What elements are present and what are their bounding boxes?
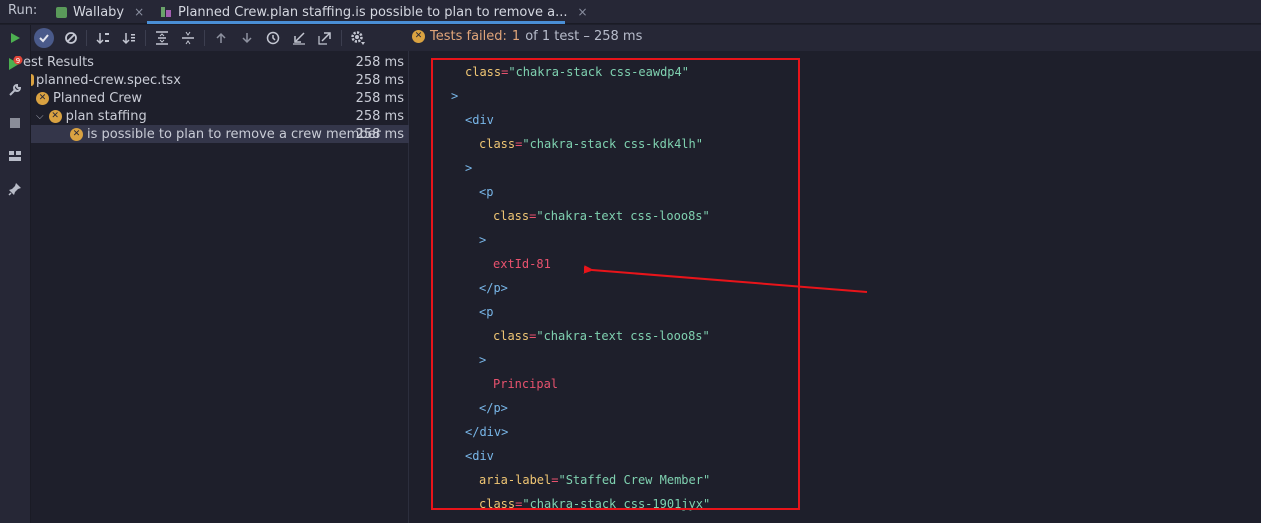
run-icon[interactable] (5, 28, 25, 48)
status-prefix: Tests failed: (430, 29, 507, 44)
tree-item-time: 258 ms (355, 108, 404, 124)
fail-icon: ✕ (70, 127, 83, 141)
toolbar-separator (341, 30, 342, 46)
sort-asc-icon[interactable] (119, 28, 139, 48)
import-icon[interactable] (289, 28, 309, 48)
export-icon[interactable] (315, 28, 335, 48)
fail-icon: ✕ (412, 30, 425, 43)
close-icon[interactable]: × (134, 5, 144, 19)
tree-item-suite-planned-crew[interactable]: ✕ Planned Crew 258 ms (31, 89, 409, 107)
tree-item-time: 258 ms (355, 126, 404, 142)
fail-icon (31, 74, 34, 86)
tree-item-time: 258 ms (355, 54, 404, 70)
wrench-icon[interactable] (7, 82, 23, 98)
no-icon[interactable] (61, 28, 81, 48)
collapse-all-icon[interactable] (178, 28, 198, 48)
check-icon[interactable] (34, 28, 54, 48)
annotation-highlight-box (431, 58, 800, 510)
test-toolbar (11, 25, 1261, 51)
history-icon[interactable] (263, 28, 283, 48)
tree-item-label: Planned Crew (53, 90, 143, 106)
stop-icon[interactable] (7, 115, 23, 131)
settings-icon[interactable] (348, 28, 368, 48)
fail-icon: ✕ (36, 91, 49, 105)
pin-icon[interactable] (7, 181, 23, 197)
up-icon[interactable] (211, 28, 231, 48)
test-status: ✕ Tests failed: 1 of 1 test – 258 ms (412, 29, 642, 44)
tree-item-time: 258 ms (355, 90, 404, 106)
chevron-down-icon[interactable]: ⌵ (36, 111, 44, 122)
tree-item-time: 258 ms (355, 72, 404, 88)
svg-text:9: 9 (16, 57, 20, 65)
tree-item-spec-file[interactable]: planned-crew.spec.tsx 258 ms (31, 71, 409, 89)
tool-window-gutter: 9 (0, 25, 31, 523)
tree-item-suite-plan-staffing[interactable]: ⌵ ✕ plan staffing 258 ms (31, 107, 409, 125)
tree-item-test-case[interactable]: ✕ is possible to plan to remove a crew m… (31, 125, 409, 143)
run-tab-bar: Run: Wallaby × Planned Crew.plan staffin… (0, 0, 1261, 24)
expand-all-icon[interactable] (152, 28, 172, 48)
tree-item-label: planned-crew.spec.tsx (36, 72, 181, 88)
layout-icon[interactable] (7, 148, 23, 164)
tab-label: Wallaby (73, 4, 125, 20)
tree-item-test-results[interactable]: est Results 258 ms (23, 53, 404, 71)
tree-item-label: est Results (23, 54, 94, 70)
toolbar-separator (145, 30, 146, 46)
run-label: Run: (8, 3, 38, 18)
down-icon[interactable] (237, 28, 257, 48)
test-file-icon (160, 6, 172, 18)
failed-count: 1 (511, 29, 521, 44)
fail-icon: ✕ (48, 109, 62, 123)
status-summary: of 1 test – 258 ms (525, 29, 643, 44)
wallaby-run-icon[interactable]: 9 (7, 56, 23, 72)
active-tab-indicator (147, 21, 565, 24)
tree-item-label: plan staffing (65, 108, 147, 124)
close-icon[interactable]: × (578, 5, 588, 19)
tab-label: Planned Crew.plan staffing.is possible t… (178, 4, 568, 20)
tab-wallaby[interactable]: Wallaby × (56, 0, 144, 24)
test-results-tree: est Results 258 ms planned-crew.spec.tsx… (23, 51, 409, 523)
toolbar-separator (86, 30, 87, 46)
wallaby-icon (56, 6, 67, 18)
toolbar-separator (204, 30, 205, 46)
sort-desc-icon[interactable] (93, 28, 113, 48)
tree-item-label: is possible to plan to remove a crew mem… (87, 126, 381, 142)
